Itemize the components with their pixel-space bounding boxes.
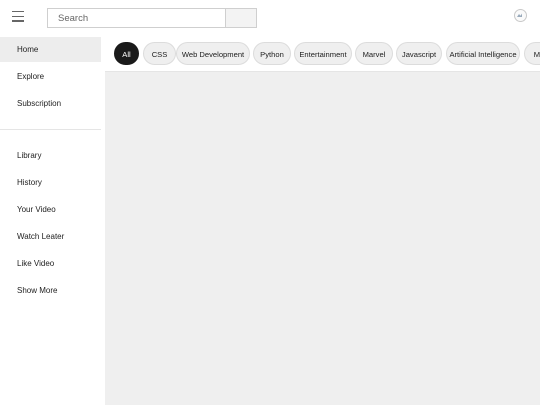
search-box — [47, 8, 257, 28]
sidebar-item-explore[interactable]: Explore — [0, 64, 101, 89]
sidebar-item-home[interactable]: Home — [0, 37, 101, 62]
sidebar-item-watch-later[interactable]: Watch Leater — [0, 224, 101, 249]
chip-all[interactable]: All — [114, 42, 139, 65]
sidebar-item-like-video[interactable]: Like Video — [0, 251, 101, 276]
search-input[interactable] — [48, 9, 226, 27]
search-button[interactable] — [225, 9, 256, 27]
sidebar-item-show-more[interactable]: Show More — [0, 278, 101, 303]
sidebar-item-library[interactable]: Library — [0, 143, 101, 168]
chip-entertainment[interactable]: Entertainment — [294, 42, 352, 65]
video-grid-area — [105, 72, 540, 405]
chip-marvel[interactable]: Marvel — [355, 42, 393, 65]
chip-more[interactable]: Ma — [524, 42, 540, 65]
sidebar-item-subscription[interactable]: Subscription — [0, 91, 101, 116]
sidebar-divider — [0, 129, 101, 130]
chip-python[interactable]: Python — [253, 42, 291, 65]
hamburger-menu-icon[interactable] — [12, 11, 24, 23]
sidebar-item-your-video[interactable]: Your Video — [0, 197, 101, 222]
sidebar-item-history[interactable]: History — [0, 170, 101, 195]
chip-javascript[interactable]: Javascript — [396, 42, 442, 65]
top-header — [0, 0, 540, 36]
chip-web-development[interactable]: Web Development — [176, 42, 250, 65]
avatar[interactable] — [514, 9, 527, 22]
sidebar: Home Explore Subscription Library Histor… — [0, 36, 105, 405]
chip-artificial-intelligence[interactable]: Artificial Intelligence — [446, 42, 520, 65]
category-chip-bar: All CSS Web Development Python Entertain… — [105, 36, 540, 72]
chip-css[interactable]: CSS — [143, 42, 176, 65]
